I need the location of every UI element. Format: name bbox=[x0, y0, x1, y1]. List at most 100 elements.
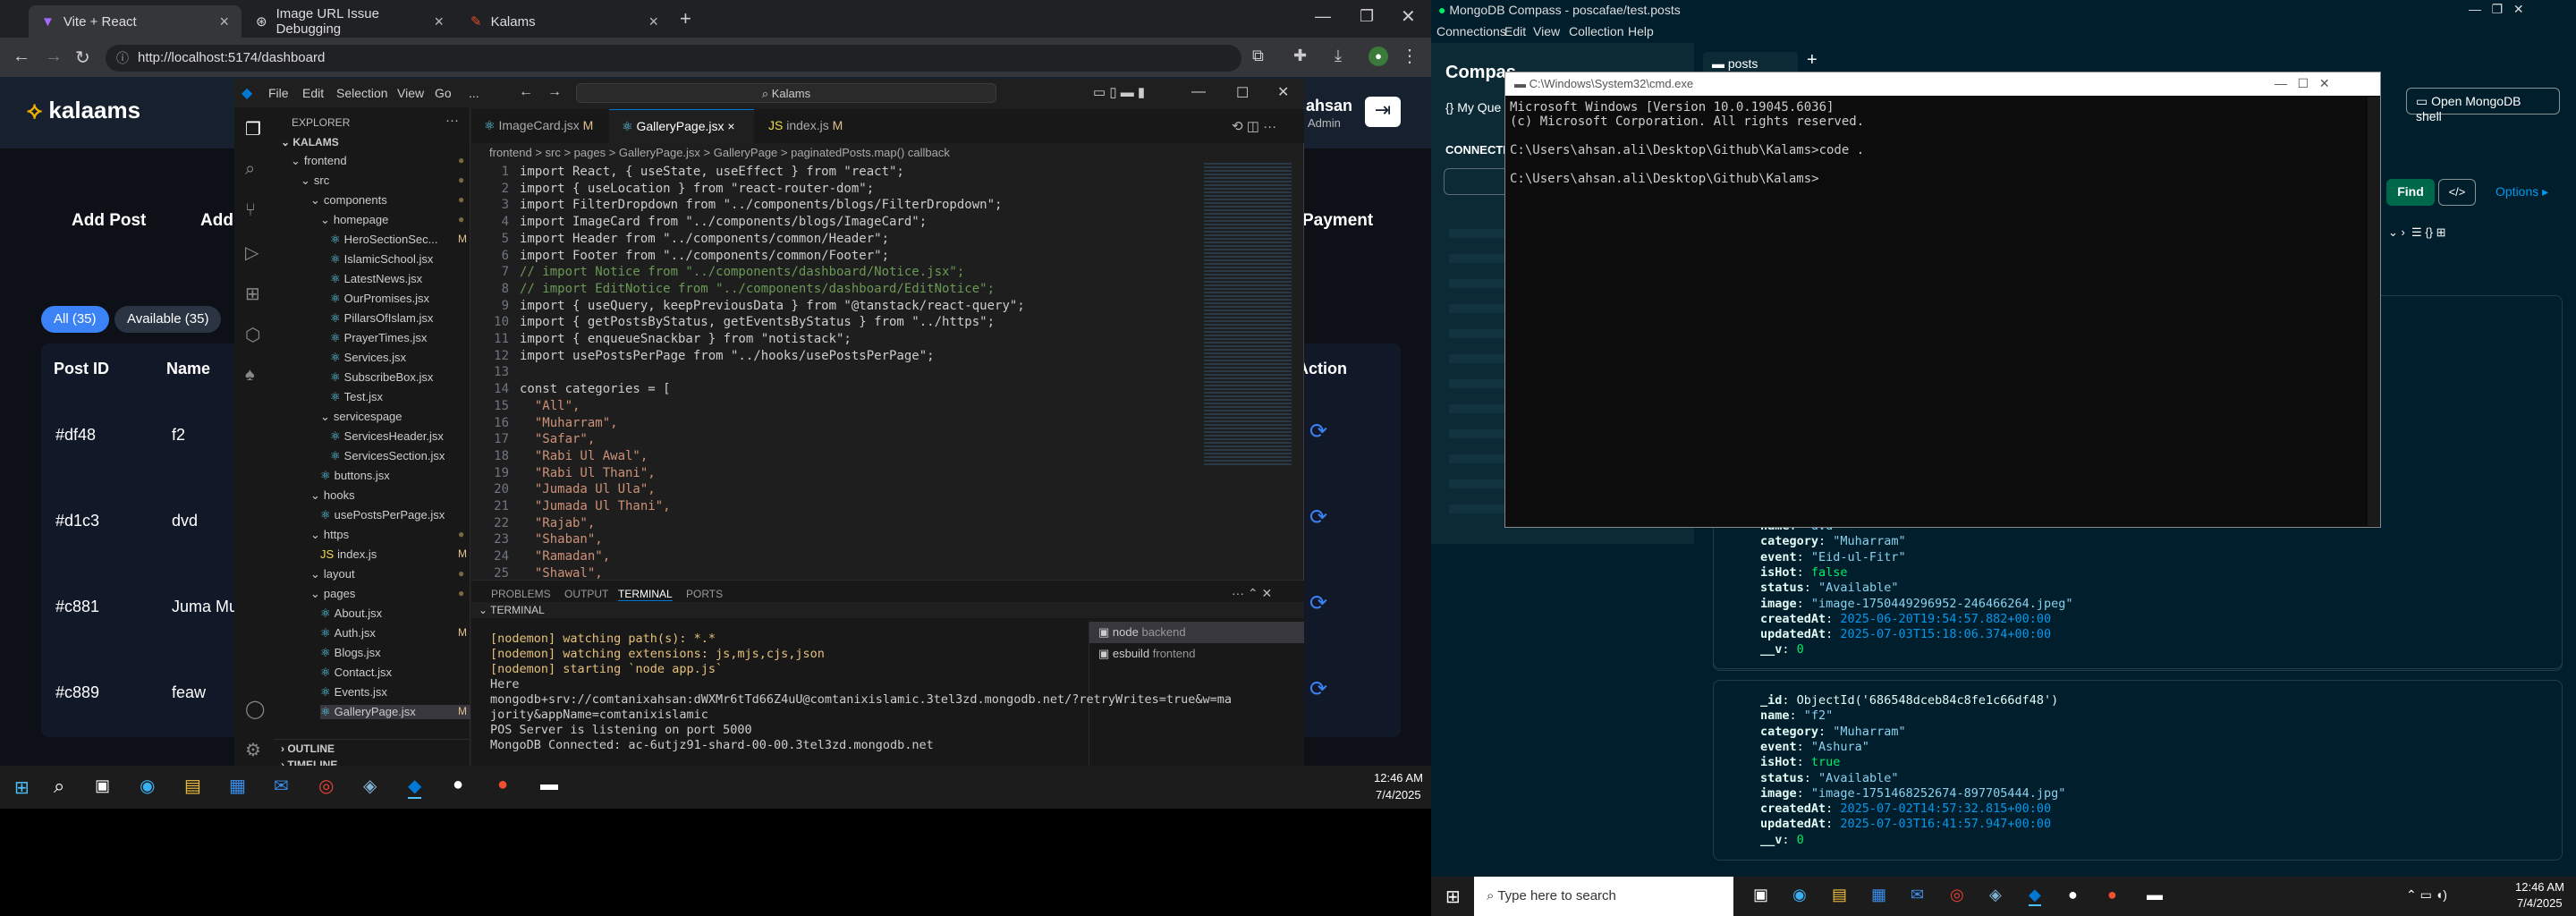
cmd-scrollbar[interactable] bbox=[2368, 97, 2380, 526]
add-button[interactable]: Add bbox=[200, 211, 233, 231]
panel-tab-output[interactable]: OUTPUT bbox=[564, 588, 608, 600]
reload-icon[interactable]: ↻ bbox=[75, 47, 90, 69]
menu-file[interactable]: File bbox=[268, 86, 289, 100]
tree-item[interactable]: ⌄ pages ● bbox=[310, 587, 464, 601]
browser-tab-vite-react[interactable]: ▼ Vite + React × bbox=[29, 5, 242, 38]
terminal-item-esbuild[interactable]: ▣ esbuild frontend bbox=[1089, 643, 1304, 665]
panel-tab-ports[interactable]: PORTS bbox=[686, 588, 723, 600]
browser-tab-kalams[interactable]: ✎ Kalams × bbox=[458, 5, 671, 38]
tree-item[interactable]: ⌄ hooks bbox=[310, 488, 355, 503]
app-icon[interactable]: ◈ bbox=[1989, 886, 2002, 904]
cmd-icon[interactable]: ▬ bbox=[540, 775, 558, 795]
browser-tab-image-url[interactable]: ⊛ Image URL Issue Debugging × bbox=[243, 5, 456, 38]
tree-item[interactable]: ⚛ ServicesSection.jsx bbox=[330, 449, 445, 463]
add-post-button[interactable]: Add Post bbox=[72, 211, 146, 231]
tree-item[interactable]: ⌄ layout ● bbox=[310, 567, 464, 581]
address-bar[interactable]: ⓘ http://localhost:5174/dashboard bbox=[106, 45, 1241, 72]
search-icon[interactable]: ⌕ bbox=[54, 775, 64, 798]
menu-view[interactable]: View bbox=[397, 86, 424, 100]
tree-item[interactable]: ⚛ ServicesHeader.jsx bbox=[330, 429, 444, 444]
menu-view[interactable]: View bbox=[1533, 24, 1560, 38]
tree-item[interactable]: ⌄ src ● bbox=[301, 174, 464, 188]
mail-icon[interactable]: ✉ bbox=[274, 775, 289, 797]
store-icon[interactable]: ▦ bbox=[229, 775, 246, 797]
terminal-section-header[interactable]: ⌄ TERMINAL bbox=[471, 602, 1304, 618]
minimap[interactable] bbox=[1199, 161, 1297, 483]
close-icon[interactable]: × bbox=[727, 119, 734, 133]
puzzle-icon[interactable]: ✚ bbox=[1293, 47, 1307, 65]
tree-item[interactable]: JS index.js M bbox=[320, 547, 467, 561]
search-icon[interactable]: ⌕ bbox=[245, 159, 255, 180]
tree-item[interactable]: ⚛ usePostsPerPage.jsx bbox=[320, 508, 445, 522]
menu-help[interactable]: Help bbox=[1628, 24, 1654, 38]
menu-edit[interactable]: Edit bbox=[302, 86, 324, 100]
filter-available[interactable]: Available (35) bbox=[114, 306, 222, 333]
panel-tab-problems[interactable]: PROBLEMS bbox=[491, 588, 551, 600]
tree-item[interactable]: ⌄ https ● bbox=[310, 528, 464, 542]
new-tab-button[interactable]: + bbox=[680, 7, 691, 30]
close-icon[interactable]: × bbox=[648, 13, 658, 31]
run-debug-icon[interactable]: ▷ bbox=[245, 242, 258, 264]
app-icon[interactable]: ◈ bbox=[363, 775, 377, 797]
menu-more[interactable]: ... bbox=[469, 86, 479, 100]
vscode-taskbar-icon[interactable]: ◆ bbox=[408, 775, 422, 799]
refresh-icon[interactable]: ⟳ bbox=[1309, 505, 1327, 530]
refresh-icon[interactable]: ⟳ bbox=[1309, 676, 1327, 702]
window-controls-icon[interactable]: — ❐ ✕ bbox=[2469, 2, 2524, 17]
profile-avatar[interactable]: ● bbox=[1368, 47, 1388, 66]
cmd-icon[interactable]: ▬ bbox=[2147, 886, 2163, 904]
mongodb-leaf-icon[interactable]: ♠ bbox=[245, 365, 255, 386]
new-tab-button[interactable]: + bbox=[1807, 50, 1818, 71]
windows-start-icon[interactable]: ⊞ bbox=[1445, 886, 1461, 908]
windows-start-icon[interactable]: ⊞ bbox=[14, 776, 30, 799]
more-icon[interactable]: ··· bbox=[445, 113, 459, 128]
taskbar-search-input[interactable]: ⌕ Type here to search bbox=[1474, 877, 1733, 916]
source-control-icon[interactable]: ⑂ bbox=[245, 200, 256, 221]
tree-item[interactable]: ⚛ Events.jsx bbox=[320, 685, 387, 700]
tree-item[interactable]: ⚛ Services.jsx bbox=[330, 351, 406, 365]
layout-icon[interactable]: ▭ ▯ ▬ ▮ bbox=[1093, 84, 1145, 100]
close-icon[interactable]: × bbox=[434, 13, 444, 31]
tree-item[interactable]: ⚛ LatestNews.jsx bbox=[330, 272, 422, 286]
tree-item[interactable]: ⚛ GalleryPage.jsx M bbox=[320, 705, 470, 719]
postman-icon[interactable]: ● bbox=[497, 775, 508, 795]
tree-item[interactable]: ⌄ homepage ● bbox=[320, 213, 464, 227]
app-logo[interactable]: ⟡ kalaams bbox=[27, 97, 140, 125]
my-queries-item[interactable]: {} My Que bbox=[1445, 100, 1501, 114]
maximize-icon[interactable]: ❐ bbox=[1360, 7, 1374, 26]
circle-app-icon[interactable]: ● bbox=[2068, 886, 2078, 904]
editor-actions-icon[interactable]: ⟲ ◫ ··· bbox=[1232, 118, 1276, 134]
panel-tab-terminal[interactable]: TERMINAL bbox=[618, 588, 673, 601]
panel-actions-icon[interactable]: ··· ⌃ ✕ bbox=[1232, 586, 1272, 601]
account-icon[interactable]: ◯ bbox=[245, 698, 265, 720]
chrome-icon[interactable]: ◎ bbox=[318, 775, 334, 797]
payment-button[interactable]: Payment bbox=[1302, 211, 1373, 231]
chrome-icon[interactable]: ◎ bbox=[1950, 886, 1964, 904]
download-icon[interactable]: ⤓ bbox=[1335, 47, 1342, 65]
tree-item[interactable]: ⚛ IslamicSchool.jsx bbox=[330, 252, 433, 267]
minimize-icon[interactable]: — bbox=[1191, 84, 1206, 100]
file-explorer-icon[interactable]: ▤ bbox=[184, 775, 201, 797]
remote-icon[interactable]: ⬡ bbox=[245, 324, 260, 346]
maximize-icon[interactable]: ☐ bbox=[1236, 84, 1249, 102]
logout-icon[interactable]: ⇥ bbox=[1365, 97, 1401, 127]
tree-item[interactable]: ⌄ components ● bbox=[310, 193, 464, 208]
tree-item[interactable]: ⚛ About.jsx bbox=[320, 606, 382, 621]
tab-index[interactable]: JS index.js M bbox=[756, 109, 872, 143]
task-view-icon[interactable]: ▣ bbox=[1753, 886, 1768, 904]
window-close-icon[interactable]: ✕ bbox=[1401, 5, 1416, 28]
forward-icon[interactable]: → bbox=[45, 47, 63, 67]
outline-section[interactable]: › OUTLINE bbox=[281, 742, 335, 755]
tree-item[interactable]: ⚛ Auth.jsx M bbox=[320, 626, 467, 640]
close-icon[interactable]: ✕ bbox=[1277, 83, 1289, 101]
tab-gallerypage[interactable]: ⚛ GalleryPage.jsx × bbox=[609, 109, 754, 143]
refresh-icon[interactable]: ⟳ bbox=[1309, 419, 1327, 445]
refresh-icon[interactable]: ⟳ bbox=[1309, 590, 1327, 616]
command-center[interactable]: ⌕ Kalams bbox=[576, 83, 996, 103]
extensions-icon[interactable]: ⧉ bbox=[1252, 47, 1264, 65]
workspace-root[interactable]: ⌄ KALAMS bbox=[281, 136, 339, 148]
breadcrumb[interactable]: frontend > src > pages > GalleryPage.jsx… bbox=[471, 143, 1304, 163]
tree-item[interactable]: ⚛ Contact.jsx bbox=[320, 666, 392, 680]
back-icon[interactable]: ← bbox=[13, 47, 30, 67]
menu-edit[interactable]: Edit bbox=[1504, 24, 1526, 38]
